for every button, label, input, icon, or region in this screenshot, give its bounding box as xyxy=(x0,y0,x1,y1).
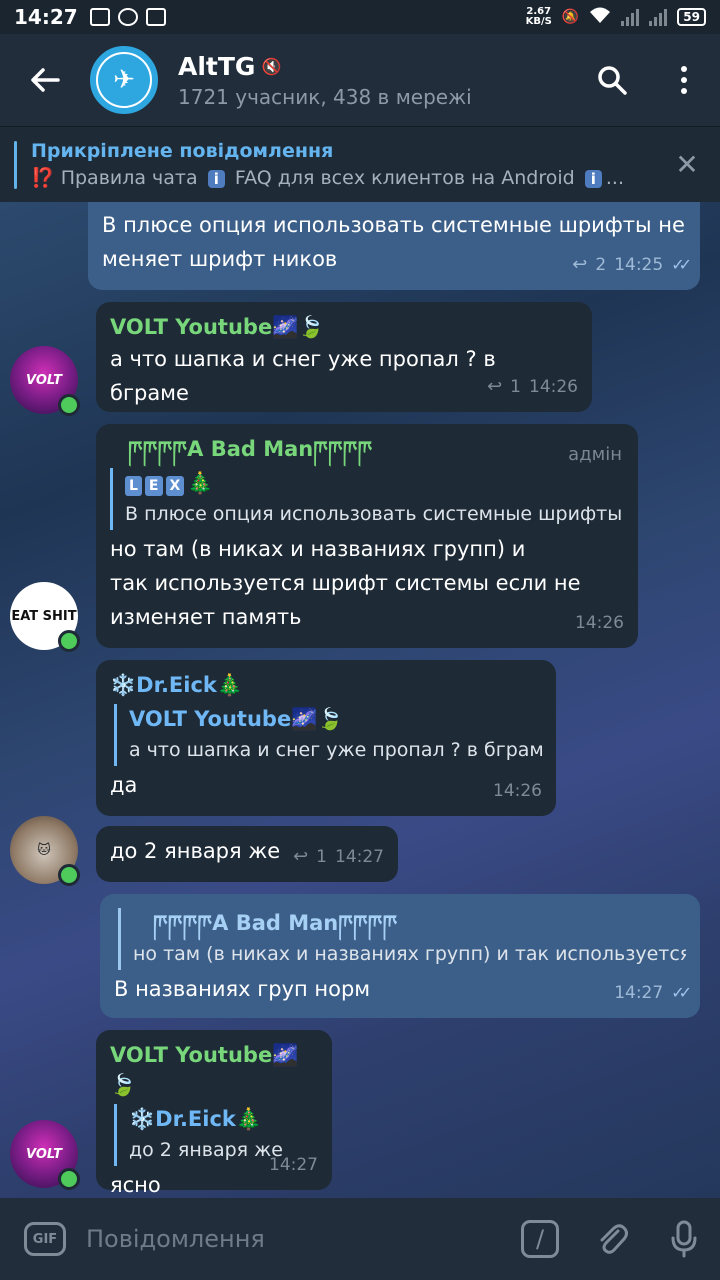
reply-count-icon: ↩ xyxy=(293,846,309,867)
message-time: 14:26 xyxy=(493,781,542,801)
message-text: да xyxy=(110,773,138,797)
reply-count-icon: ↩ xyxy=(487,376,503,397)
chat-avatar[interactable]: ✈ xyxy=(90,46,158,114)
mail-icon xyxy=(89,8,110,26)
message-time: 14:26 xyxy=(575,613,624,633)
message-bubble-incoming[interactable]: ❄️Dr.Eick🎄 VOLT Youtube🌌🍃 а что шапка и … xyxy=(96,660,556,816)
reply-text: но там (в никах и названиях групп) и так… xyxy=(133,943,686,965)
chat-subtitle: 1721 учасник, 438 в мережі xyxy=(178,84,472,109)
message-time: 14:26 xyxy=(529,377,578,397)
sender-name[interactable]: VOLT Youtube🌌🍃 xyxy=(110,312,578,342)
plane-icon: ✈ xyxy=(98,54,150,106)
net-speed: 2.67 KB/S xyxy=(525,6,552,27)
message-meta: 14:26 xyxy=(493,774,542,808)
message-bubble-incoming[interactable]: ཫཫཫཫA Bad Manཫཫཫཫ адмін L E X 🎄 В плюсе опц… xyxy=(96,424,638,648)
mute-icon: 🔇 xyxy=(261,56,282,76)
message-text: так используется шрифт системы если не xyxy=(110,571,581,595)
message-meta: 14:27 xyxy=(269,1148,318,1182)
reply-quote[interactable]: VOLT Youtube🌌🍃 а что шапка и снег уже пр… xyxy=(114,704,542,766)
signal-icon-2 xyxy=(649,8,668,26)
search-icon xyxy=(598,66,627,95)
chat-header: ✈ AltTG 🔇 1721 учасник, 438 в мережі xyxy=(0,34,720,126)
signal-icon-1 xyxy=(621,8,640,26)
message-bubble-incoming[interactable]: до 2 января же ↩ 1 14:27 xyxy=(96,826,398,882)
message-input[interactable]: Повідомлення xyxy=(86,1225,504,1253)
online-indicator xyxy=(58,394,80,416)
message-time: 14:25 xyxy=(614,255,664,275)
message-meta: ↩ 1 14:26 xyxy=(487,370,578,404)
sender-name[interactable]: ཫཫཫཫA Bad Manཫཫཫཫ xyxy=(110,434,624,464)
chat-title: AltTG xyxy=(178,51,256,81)
info-icon: i xyxy=(584,170,602,188)
message-text: но там (в никах и названиях групп) и xyxy=(110,537,526,561)
message-input-bar: GIF Повідомлення / xyxy=(0,1198,720,1280)
more-button[interactable] xyxy=(648,34,720,126)
message-text: В плюсе опция использовать системные шри… xyxy=(102,213,685,237)
avatar[interactable]: VOLT xyxy=(10,346,80,416)
online-indicator xyxy=(58,1168,80,1190)
chat-area[interactable]: В плюсе опция использовать системные шри… xyxy=(0,202,720,1198)
message-meta: ↩ 1 14:27 xyxy=(293,840,384,874)
mic-button[interactable] xyxy=(648,1198,720,1280)
reply-text: В плюсе опция использовать системные шри… xyxy=(125,503,624,525)
attach-icon xyxy=(600,1224,628,1254)
close-pinned-button[interactable]: ✕ xyxy=(654,148,720,181)
pinned-text: ⁉️ Правила чата i FAQ для всех клиентов … xyxy=(31,167,625,189)
online-indicator xyxy=(58,864,80,886)
admin-badge: адмін xyxy=(568,444,622,465)
message-bubble-incoming[interactable]: VOLT Youtube🌌🍃 ❄️Dr.Eick🎄 до 2 января же… xyxy=(96,1030,332,1197)
reply-count-icon: ↩ xyxy=(572,254,588,275)
message-time: 14:27 xyxy=(335,847,384,867)
info-icon: i xyxy=(207,170,225,188)
online-indicator xyxy=(58,630,80,652)
message-time: 14:27 xyxy=(614,983,664,1003)
bot-command-icon: / xyxy=(521,1220,559,1258)
notification-icons xyxy=(89,8,166,26)
chat-title-block[interactable]: AltTG 🔇 1721 учасник, 438 в мережі xyxy=(178,52,576,109)
status-bar: 14:27 2.67 KB/S 🔕 59 xyxy=(0,0,720,34)
message-text: изменяет память xyxy=(110,605,302,629)
pinned-title: Прикріплене повідомлення xyxy=(31,140,334,162)
reply-quote[interactable]: L E X 🎄 В плюсе опция использовать системны… xyxy=(110,468,624,530)
more-vert-icon xyxy=(681,66,687,94)
status-right: 2.67 KB/S 🔕 59 xyxy=(526,6,706,28)
double-check-icon: ✓✓ xyxy=(671,255,692,274)
sender-name[interactable]: VOLT Youtube🌌🍃 xyxy=(110,1040,318,1100)
message-meta: 14:27 ✓✓ xyxy=(614,976,692,1010)
back-arrow-icon xyxy=(31,68,60,92)
pinned-bar xyxy=(14,140,17,189)
avatar[interactable]: EAT SHIT xyxy=(10,582,80,652)
reply-name: VOLT Youtube🌌🍃 xyxy=(129,707,344,731)
avatar[interactable]: VOLT xyxy=(10,1120,80,1190)
search-button[interactable] xyxy=(576,34,648,126)
gif-button[interactable]: GIF xyxy=(24,1222,66,1256)
message-meta: 14:26 xyxy=(575,606,624,640)
chrome-icon xyxy=(117,8,138,26)
message-text: В названиях груп норм xyxy=(114,977,371,1001)
reply-text: а что шапка и снег уже пропал ? в бграме xyxy=(129,739,542,761)
close-icon: ✕ xyxy=(675,148,699,181)
sender-name[interactable]: ❄️Dr.Eick🎄 xyxy=(110,670,542,700)
message-bubble-outgoing[interactable]: В плюсе опция использовать системные шри… xyxy=(88,202,700,290)
pinned-message[interactable]: Прикріплене повідомлення ⁉️ Правила чата… xyxy=(0,126,720,202)
mic-icon xyxy=(671,1220,697,1258)
message-bubble-incoming[interactable]: VOLT Youtube🌌🍃 а что шапка и снег уже пр… xyxy=(96,302,592,412)
message-time: 14:27 xyxy=(269,1155,318,1175)
attach-button[interactable] xyxy=(576,1198,648,1280)
instagram-icon xyxy=(145,8,166,26)
message-bubble-outgoing[interactable]: ཫཫཫཫA Bad Manཫཫཫཫ но там (в никах и назв… xyxy=(100,894,700,1018)
reply-name: ❄️Dr.Eick🎄 xyxy=(129,1107,263,1131)
mute-status-icon: 🔕 xyxy=(561,9,580,25)
bot-command-button[interactable]: / xyxy=(504,1198,576,1280)
wifi-icon xyxy=(589,6,611,28)
message-meta: ↩ 2 14:25 ✓✓ xyxy=(572,248,692,282)
reply-name: ཫཫཫཫA Bad Manཫཫཫཫ xyxy=(153,911,398,935)
battery-icon: 59 xyxy=(677,8,706,26)
double-check-icon: ✓✓ xyxy=(671,983,692,1002)
back-button[interactable] xyxy=(0,34,90,126)
status-time: 14:27 xyxy=(14,5,78,29)
reply-name: L E X 🎄 xyxy=(125,468,624,498)
avatar[interactable]: 🐱 xyxy=(10,816,80,886)
reply-quote[interactable]: ཫཫཫཫA Bad Manཫཫཫཫ но там (в никах и назв… xyxy=(118,908,686,970)
